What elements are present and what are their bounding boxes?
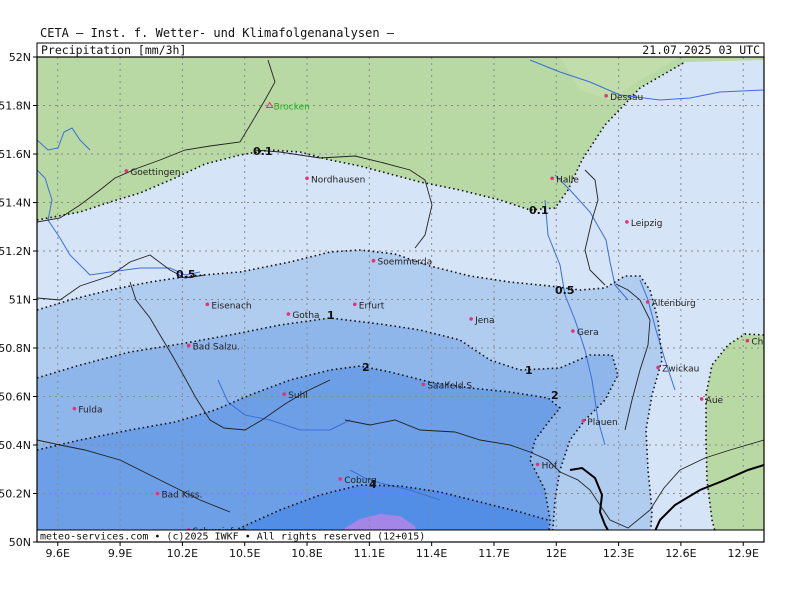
city-label: Aue — [706, 396, 724, 406]
city-label: Altenburg — [652, 299, 696, 309]
lon-tick-label: 11.4E — [416, 547, 447, 560]
city-label: Coburg — [344, 476, 376, 486]
lon-tick-label: 12.3E — [603, 547, 634, 560]
city-marker — [353, 302, 357, 307]
city-marker — [535, 462, 540, 467]
contour-label-2: 2 — [362, 361, 370, 374]
city-marker — [645, 300, 650, 304]
lat-tick-label: 51N — [9, 294, 31, 307]
lon-tick-label: 11.7E — [478, 547, 509, 560]
contour-label-0-1b: 0.1 — [529, 204, 549, 217]
lat-tick-label: 50.8N — [0, 342, 31, 355]
product-label: Precipitation [mm/3h] — [41, 43, 186, 57]
city-label: Zwickau — [662, 364, 699, 374]
city-label: Plauen — [587, 418, 617, 428]
contour-label-1b: 1 — [525, 364, 533, 377]
lat-tick-label: 51.2N — [0, 245, 31, 258]
city-marker — [124, 169, 129, 173]
city-label: Goettingen — [130, 168, 180, 178]
lon-tick-label: 12E — [546, 547, 567, 560]
city-marker — [469, 317, 473, 321]
lon-tick-label: 12.9E — [728, 547, 759, 560]
lat-tick-label: 52N — [9, 51, 31, 64]
city-marker — [305, 176, 309, 181]
lon-tick-label: 10.5E — [229, 547, 260, 560]
city-marker — [338, 477, 343, 481]
city-label: Erfurt — [359, 301, 385, 311]
city-label: Soemmerda — [377, 258, 432, 268]
contour-label-0-1: 0.1 — [253, 145, 273, 158]
city-marker — [186, 343, 191, 348]
city-label: Hof — [542, 461, 558, 471]
city-label: Gera — [577, 328, 599, 338]
valid-datetime: 21.07.2025 03 UTC — [642, 43, 760, 57]
lat-tick-label: 51.6N — [0, 148, 31, 161]
city-label: Jena — [474, 316, 494, 326]
city-marker — [286, 312, 291, 316]
city-label: Halle — [556, 175, 579, 185]
city-label: Brocken — [274, 103, 310, 113]
lat-tick-label: 50.2N — [0, 488, 31, 501]
lat-tick-label: 51.8N — [0, 100, 31, 113]
city-label: Gotha — [292, 311, 319, 321]
longitude-axis: 9.6E 9.9E 10.2E 10.5E 10.8E 11.1E 11.4E 11.7E 12… — [46, 542, 759, 560]
city-marker — [72, 406, 77, 411]
city-marker — [625, 220, 629, 224]
contour-label-2b: 2 — [551, 389, 559, 402]
latitude-axis: 52N 51.8N 51.6N 51.4N 51.2N 51N 50.8N 50.6N 50.4… — [0, 51, 37, 549]
city-marker — [282, 392, 286, 396]
lon-tick-label: 12.6E — [665, 547, 696, 560]
header-title: CETA — Inst. f. Wetter- und Klimafolgena… — [40, 26, 395, 40]
city-label: Bad Kiss. — [161, 491, 202, 501]
city-label: Fulda — [78, 406, 102, 416]
city-label: Saalfeld S. — [427, 381, 475, 391]
lon-tick-label: 10.2E — [167, 547, 198, 560]
city-marker — [155, 491, 160, 496]
city-label: Dessau — [610, 93, 643, 103]
city-marker — [371, 258, 376, 263]
band-green-se — [706, 334, 764, 542]
city-marker — [421, 382, 426, 387]
city-label: Eisenach — [211, 301, 251, 311]
contour-label-1: 1 — [327, 309, 335, 322]
lat-tick-label: 50.4N — [0, 439, 31, 452]
contour-label-0-5: 0.5 — [176, 268, 196, 281]
city-marker — [571, 329, 575, 333]
precipitation-map: CETA — Inst. f. Wetter- und Klimafolgena… — [0, 26, 794, 560]
contour-label-0-5b: 0.5 — [555, 284, 575, 297]
city-marker — [550, 176, 554, 181]
city-marker — [745, 338, 750, 343]
lat-tick-label: 50N — [9, 536, 31, 549]
footer-credit: meteo-services.com • (c)2025 IWKF • All … — [40, 532, 425, 543]
lat-tick-label: 50.6N — [0, 391, 31, 404]
city-label: Suhl — [288, 391, 308, 401]
city-marker — [205, 302, 210, 307]
city-label: Bad Salzu. — [193, 343, 240, 353]
lon-tick-label: 10.8E — [291, 547, 322, 560]
lon-tick-label: 9.9E — [108, 547, 132, 560]
lon-tick-label: 11.1E — [354, 547, 385, 560]
city-marker — [604, 94, 608, 98]
map-area: 0.1 0.1 0.5 0.5 1 1 2 2 4 BrockenGoettin… — [37, 57, 794, 542]
lon-tick-label: 9.6E — [46, 547, 70, 560]
city-marker — [656, 365, 660, 370]
city-label: Chemnitz — [751, 338, 794, 348]
city-label: Nordhausen — [311, 175, 365, 185]
city-marker — [581, 418, 586, 423]
city-label: Leipzig — [631, 219, 663, 229]
city-marker — [699, 397, 704, 401]
lat-tick-label: 51.4N — [0, 197, 31, 210]
